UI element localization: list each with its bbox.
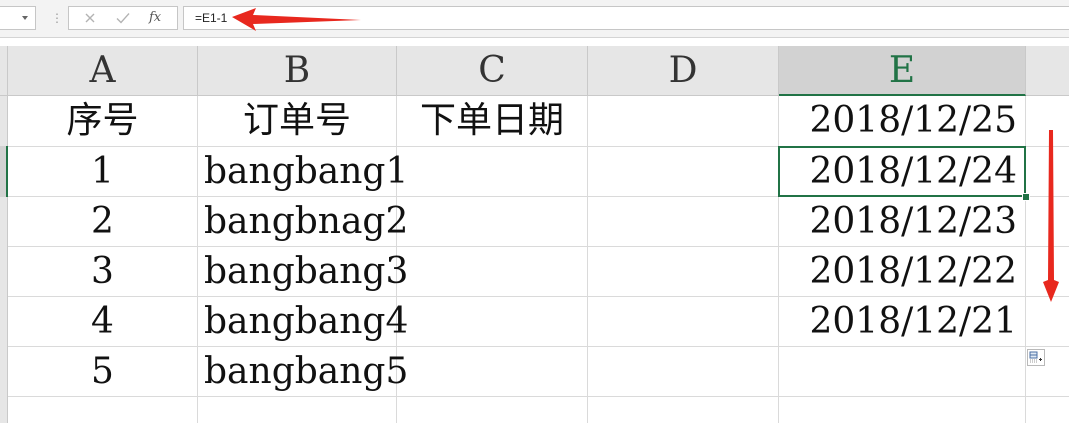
arrow-to-formula: [232, 8, 361, 31]
arrow-down: [1043, 130, 1059, 302]
annotation-overlay: [232, 8, 1059, 302]
